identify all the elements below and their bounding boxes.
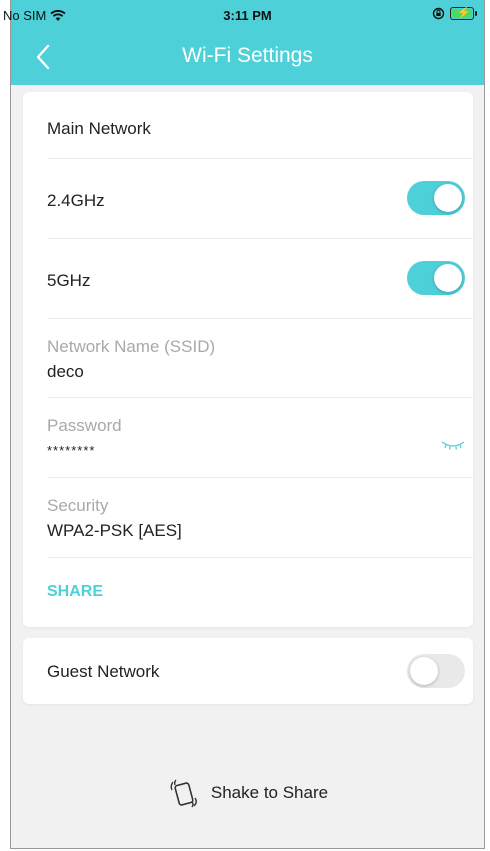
battery-icon: ⚡ (450, 7, 477, 20)
divider (47, 318, 473, 319)
nav-bar: Wi-Fi Settings (11, 32, 484, 82)
main-network-header: Main Network (47, 119, 151, 138)
status-right: ⚡ (432, 7, 477, 20)
orientation-lock-icon (432, 7, 445, 20)
security-label: Security (47, 496, 109, 515)
shake-to-share-button[interactable]: Shake to Share (11, 776, 484, 810)
band-5-toggle[interactable] (407, 261, 465, 295)
status-bar: No SIM 3:11 PM ⚡ (3, 0, 484, 32)
main-network-card: Main Network 2.4GHz 5GHz Network Name (S… (23, 92, 473, 627)
password-label: Password (47, 416, 122, 435)
security-value[interactable]: WPA2-PSK [AES] (47, 521, 473, 541)
band-24-toggle[interactable] (407, 181, 465, 215)
toggle-knob (434, 264, 462, 292)
toggle-knob (410, 657, 438, 685)
shake-to-share-label: Shake to Share (210, 783, 329, 802)
divider (47, 238, 473, 239)
page-title: Wi-Fi Settings (182, 44, 313, 67)
guest-network-card: Guest Network (23, 638, 473, 704)
guest-network-toggle[interactable] (407, 654, 465, 688)
share-button[interactable]: SHARE (47, 583, 473, 601)
status-time: 3:11 PM (223, 8, 272, 23)
divider (47, 158, 473, 159)
show-password-eye-icon[interactable] (440, 438, 466, 452)
divider (47, 557, 473, 558)
shake-phone-icon (170, 779, 197, 808)
ssid-label: Network Name (SSID) (47, 337, 216, 356)
toggle-knob (434, 184, 462, 212)
app-frame: No SIM 3:11 PM ⚡ Wi-Fi Settings Main Net… (3, 0, 485, 849)
password-value[interactable]: ******** (47, 443, 473, 458)
divider (47, 477, 473, 478)
header: No SIM 3:11 PM ⚡ Wi-Fi Settings (3, 0, 484, 85)
divider (47, 397, 473, 398)
ssid-value[interactable]: deco (47, 362, 473, 382)
